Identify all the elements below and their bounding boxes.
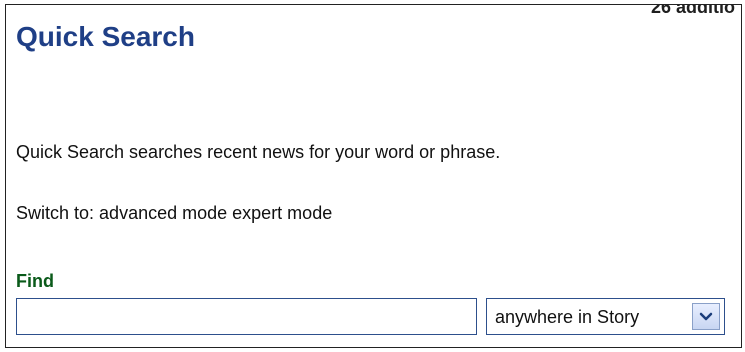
advanced-mode-link[interactable]: advanced mode (99, 203, 227, 223)
switch-prefix: Switch to: (16, 203, 95, 223)
find-label: Find (16, 271, 54, 291)
switch-mode-row: Switch to: advanced mode expert mode (16, 203, 332, 224)
page-description: Quick Search searches recent news for yo… (16, 142, 501, 162)
search-scope-select[interactable]: anywhere in Story (486, 298, 725, 335)
quick-search-panel: 26 additio Quick Search Quick Search sea… (5, 4, 742, 348)
search-scope-value: anywhere in Story (495, 307, 640, 327)
partial-header-text: 26 additio (650, 4, 735, 17)
expert-mode-link[interactable]: expert mode (232, 203, 332, 223)
chevron-down-icon[interactable] (692, 303, 720, 330)
page-title: Quick Search (16, 21, 195, 52)
find-input[interactable] (16, 298, 477, 335)
